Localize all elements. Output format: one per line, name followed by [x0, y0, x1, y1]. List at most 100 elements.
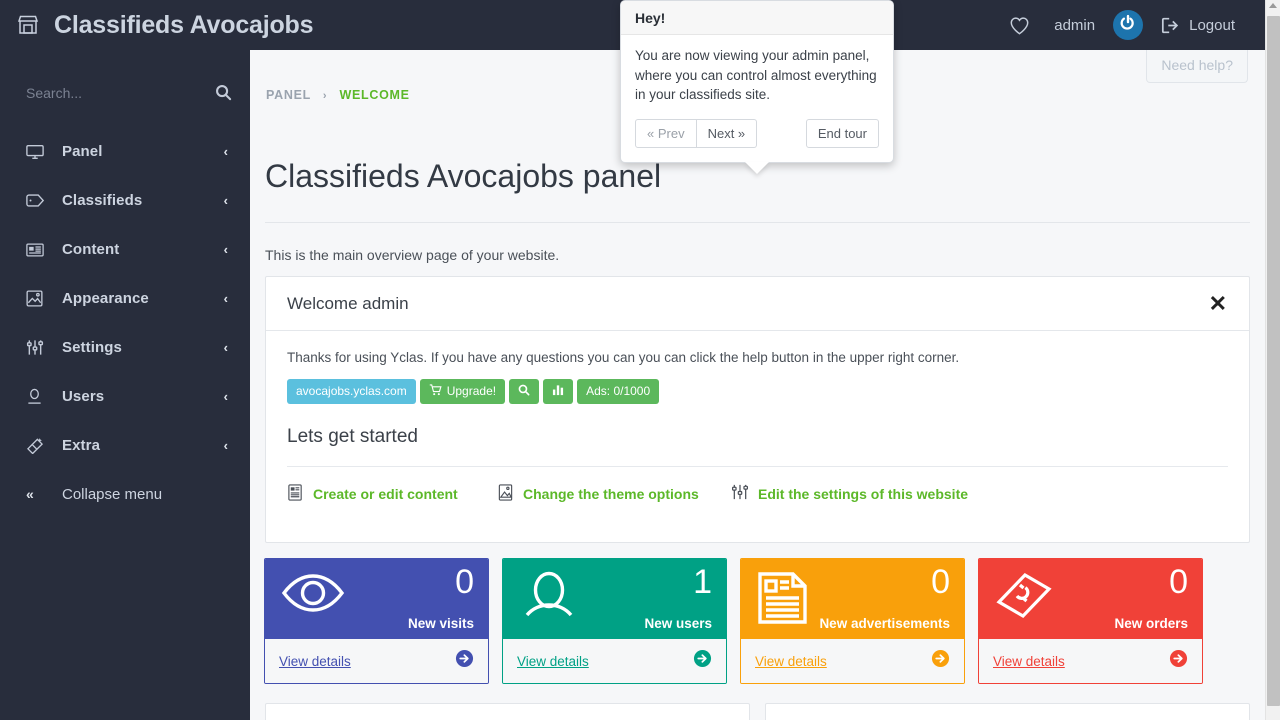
stat-tile-value: 0 — [455, 563, 474, 601]
stat-tile-new-visits: 0 New visits View details — [264, 558, 489, 684]
scroll-up-arrow-icon[interactable] — [1269, 3, 1277, 8]
chevron-left-icon: ‹ — [223, 340, 228, 355]
bottom-cards-row: Site Statistics Latest Published Ads — [265, 703, 1250, 720]
stat-tile-new-advertisements: 0 New advertisements View details — [740, 558, 965, 684]
rocket-icon — [26, 437, 48, 454]
theme-image-icon — [497, 484, 514, 504]
intro-text: This is the main overview page of your w… — [265, 247, 560, 263]
newspaper-icon — [26, 242, 48, 258]
arrow-circle-right-icon — [931, 649, 950, 673]
lets-get-started-title: Lets get started — [287, 426, 418, 448]
double-chevron-left-icon: « — [26, 486, 34, 502]
tour-end-button[interactable]: End tour — [805, 118, 879, 148]
stat-tile-label: New orders — [1114, 616, 1188, 631]
quick-link-site-settings[interactable]: Edit the settings of this website — [731, 483, 968, 504]
tour-popover: Hey! You are now viewing your admin pane… — [620, 0, 894, 174]
image-icon — [26, 290, 48, 307]
collapse-menu-label: Collapse menu — [62, 485, 163, 503]
username-link[interactable]: admin — [1042, 0, 1107, 50]
site-statistics-card: Site Statistics — [265, 703, 750, 720]
latest-published-ads-card-header: Latest Published Ads — [766, 704, 1249, 720]
sidebar: Panel ‹ Classifieds ‹ — [0, 50, 250, 720]
welcome-card: Welcome admin ✕ Thanks for using Yclas. … — [265, 276, 1250, 543]
chevron-left-icon: ‹ — [223, 291, 228, 306]
monitor-icon — [26, 144, 48, 160]
brand-title: Classifieds Avocajobs — [54, 10, 314, 39]
sidebar-item-appearance[interactable]: Appearance ‹ — [0, 274, 250, 323]
tour-nav-buttons: « Prev Next » — [635, 118, 758, 148]
sidebar-item-settings[interactable]: Settings ‹ — [0, 323, 250, 372]
brand-logo-link[interactable]: Classifieds Avocajobs — [16, 0, 314, 50]
tour-pointer-arrow — [745, 162, 769, 174]
quick-links-row: Create or edit content Change the theme … — [287, 467, 1228, 504]
stat-tile-new-users: 1 New users View details — [502, 558, 727, 684]
sidebar-item-extra[interactable]: Extra ‹ — [0, 421, 250, 470]
cart-icon — [429, 384, 442, 399]
header-right-actions: admin Logout — [997, 0, 1247, 50]
favorites-button[interactable] — [997, 0, 1042, 50]
stat-tiles-row: 0 New visits View details 1 New users Vi… — [264, 558, 1252, 684]
welcome-card-body: Thanks for using Yclas. If you have any … — [266, 331, 1249, 504]
search-badge[interactable] — [509, 379, 540, 405]
admin-panel-page: Classifieds Avocajobs admin Logout Searc… — [0, 0, 1280, 720]
sidebar-item-content[interactable]: Content ‹ — [0, 225, 250, 274]
stats-badge[interactable] — [543, 379, 574, 405]
search-icon — [215, 85, 232, 104]
sidebar-item-classifieds[interactable]: Classifieds ‹ — [0, 176, 250, 225]
stat-tile-body: 0 New visits — [265, 559, 488, 639]
logout-button[interactable]: Logout — [1149, 0, 1247, 50]
stat-tile-value: 1 — [693, 563, 712, 601]
stat-tile-view-details[interactable]: View details — [503, 639, 726, 683]
search-input[interactable] — [26, 84, 186, 101]
thanks-text: Thanks for using Yclas. If you have any … — [287, 350, 960, 365]
sidebar-item-label: Content — [62, 241, 120, 258]
sidebar-item-panel[interactable]: Panel ‹ — [0, 127, 250, 176]
sidebar-item-label: Settings — [62, 339, 122, 356]
store-icon — [16, 13, 40, 37]
breadcrumb-panel-link[interactable]: PANEL — [266, 88, 311, 102]
stat-tile-body: 0 New orders — [979, 559, 1202, 639]
tour-prev-button[interactable]: « Prev — [635, 118, 697, 148]
chevron-left-icon: ‹ — [223, 193, 228, 208]
tour-title: Hey! — [621, 1, 893, 35]
collapse-menu-button[interactable]: « Collapse menu — [0, 470, 250, 518]
upgrade-badge[interactable]: Upgrade! — [419, 379, 506, 405]
search-button[interactable] — [215, 84, 232, 101]
sidebar-item-label: Classifieds — [62, 192, 143, 209]
logout-icon — [1161, 16, 1181, 35]
sidebar-item-label: Users — [62, 388, 105, 405]
chevron-left-icon: ‹ — [223, 144, 228, 159]
breadcrumb: PANEL › WELCOME — [266, 88, 410, 102]
sidebar-item-users[interactable]: Users ‹ — [0, 372, 250, 421]
chevron-left-icon: ‹ — [223, 438, 228, 453]
scrollbar-thumb[interactable] — [1267, 16, 1280, 706]
browser-scrollbar[interactable] — [1265, 0, 1280, 720]
stat-tile-view-details[interactable]: View details — [979, 639, 1202, 683]
sidebar-item-label: Appearance — [62, 290, 149, 307]
sliders-icon — [731, 483, 749, 504]
close-icon[interactable]: ✕ — [1207, 292, 1229, 315]
ad-document-icon — [757, 571, 811, 630]
badges-row: avocajobs.yclas.com Upgrade! Ads: 0/1000 — [287, 379, 1228, 405]
arrow-circle-right-icon — [455, 649, 474, 673]
breadcrumb-separator-icon: › — [322, 90, 328, 102]
tour-next-button[interactable]: Next » — [696, 118, 758, 148]
avatar[interactable] — [1113, 10, 1144, 40]
site-domain-badge[interactable]: avocajobs.yclas.com — [287, 379, 416, 405]
need-help-button[interactable]: Need help? — [1146, 50, 1248, 83]
ads-count-badge: Ads: 0/1000 — [577, 379, 660, 405]
content-doc-icon — [287, 484, 304, 504]
user-icon — [519, 571, 579, 626]
eye-icon — [281, 571, 345, 620]
stat-tile-body: 1 New users — [503, 559, 726, 639]
stat-tile-view-details[interactable]: View details — [265, 639, 488, 683]
ads-count-label: Ads: 0/1000 — [586, 384, 651, 398]
view-details-label: View details — [755, 653, 827, 669]
sidebar-search-row — [0, 70, 250, 115]
quick-link-theme-options[interactable]: Change the theme options — [497, 484, 731, 504]
welcome-card-header: Welcome admin ✕ — [266, 277, 1249, 331]
stat-tile-view-details[interactable]: View details — [741, 639, 964, 683]
quick-link-create-content[interactable]: Create or edit content — [287, 484, 497, 504]
stat-tile-value: 0 — [1169, 563, 1188, 601]
user-icon — [26, 388, 48, 405]
